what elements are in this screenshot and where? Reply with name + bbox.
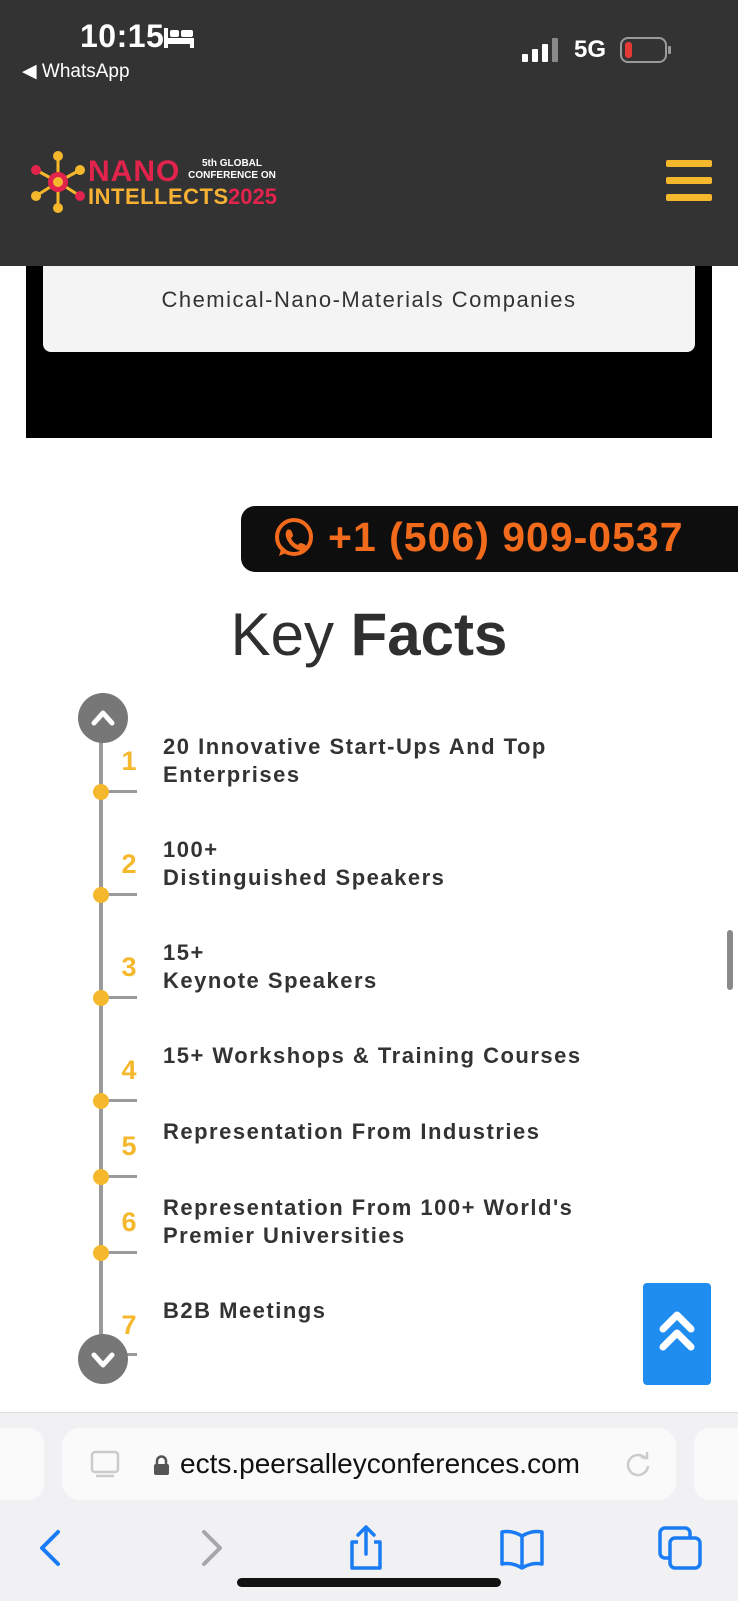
bookmarks-icon[interactable] — [498, 1524, 546, 1572]
fact-number-3: 3 — [121, 952, 137, 982]
status-time: 10:15 — [80, 18, 165, 54]
lock-icon — [154, 1455, 169, 1475]
home-indicator[interactable] — [237, 1578, 501, 1587]
fact-item-2: 100+ Distinguished Speakers — [163, 836, 623, 892]
page-scrollbar[interactable] — [727, 930, 733, 990]
fact-text-line2: Enterprises — [163, 762, 301, 787]
key-facts-title-light: Key — [230, 601, 334, 668]
timeline-dot — [93, 1245, 109, 1261]
previous-tab-preview[interactable] — [0, 1428, 44, 1500]
url-text[interactable]: ects.peersalleyconferences.com — [180, 1448, 580, 1480]
key-facts-title: Key Facts — [0, 600, 738, 669]
timeline-dot — [93, 887, 109, 903]
forward-icon[interactable] — [186, 1524, 234, 1572]
reload-icon[interactable] — [624, 1450, 652, 1478]
fact-number-5: 5 — [121, 1131, 137, 1161]
category-card-text: Chemical-Nano-Materials Companies — [161, 287, 577, 312]
timeline-dot — [93, 1169, 109, 1185]
chevron-up-icon — [91, 710, 115, 726]
fact-item-1: 20 Innovative Start-Ups And Top Enterpri… — [163, 733, 623, 789]
chevron-down-icon — [91, 1352, 115, 1368]
next-tab-preview[interactable] — [694, 1428, 738, 1500]
fact-item-4: 15+ Workshops & Training Courses — [163, 1042, 683, 1070]
fact-item-6: Representation From 100+ World's Premier… — [163, 1194, 623, 1250]
fact-text-line1: 20 Innovative Start-Ups And Top — [163, 734, 547, 759]
network-type: 5G — [574, 36, 607, 63]
timeline-scroll-up-button[interactable] — [78, 693, 128, 743]
fact-number-7: 7 — [121, 1310, 137, 1340]
tabs-icon[interactable] — [656, 1524, 704, 1572]
double-chevron-up-icon — [659, 1311, 695, 1351]
key-facts-title-bold: Facts — [350, 601, 508, 668]
fact-item-5: Representation From Industries — [163, 1118, 623, 1146]
fact-number-2: 2 — [121, 849, 137, 879]
fact-text-line1: B2B Meetings — [163, 1298, 327, 1323]
fact-text-line1: 15+ Workshops & Training Courses — [163, 1043, 582, 1068]
battery-low-icon — [620, 37, 671, 63]
whatsapp-icon — [275, 518, 313, 556]
timeline-dot — [93, 784, 109, 800]
fact-text-line1: Representation From 100+ World's — [163, 1195, 574, 1220]
fact-number-4: 4 — [121, 1055, 137, 1085]
logo-molecule-icon — [31, 151, 85, 213]
timeline-dot — [93, 1093, 109, 1109]
back-to-whatsapp-link[interactable]: ◀ WhatsApp — [22, 60, 130, 83]
cellular-signal-icon — [522, 38, 558, 62]
fact-text-line1: 100+ — [163, 837, 219, 862]
logo-text-year: 2025 — [228, 184, 277, 209]
page-menu-icon[interactable] — [90, 1448, 120, 1478]
share-icon[interactable] — [342, 1524, 390, 1572]
hamburger-icon[interactable] — [666, 160, 712, 204]
fact-item-3: 15+ Keynote Speakers — [163, 939, 623, 995]
logo-tagline: 5th GLOBAL CONFERENCE ON — [188, 158, 276, 181]
logo-text-intellects[interactable]: INTELLECTS — [88, 184, 229, 210]
sleep-focus-icon — [164, 28, 194, 48]
fact-text-line2: Keynote Speakers — [163, 968, 378, 993]
fact-text-line2: Distinguished Speakers — [163, 865, 446, 890]
fact-item-7: B2B Meetings — [163, 1297, 623, 1325]
scroll-to-top-button[interactable] — [643, 1283, 711, 1385]
fact-number-6: 6 — [121, 1207, 137, 1237]
back-icon[interactable] — [28, 1524, 76, 1572]
timeline-dot — [93, 990, 109, 1006]
phone-number[interactable]: +1 (506) 909-0537 — [328, 514, 684, 561]
fact-text-line2: Premier Universities — [163, 1223, 406, 1248]
fact-text-line1: 15+ — [163, 940, 205, 965]
fact-number-1: 1 — [121, 746, 137, 776]
timeline-scroll-down-button[interactable] — [78, 1334, 128, 1384]
fact-text-line1: Representation From Industries — [163, 1119, 541, 1144]
